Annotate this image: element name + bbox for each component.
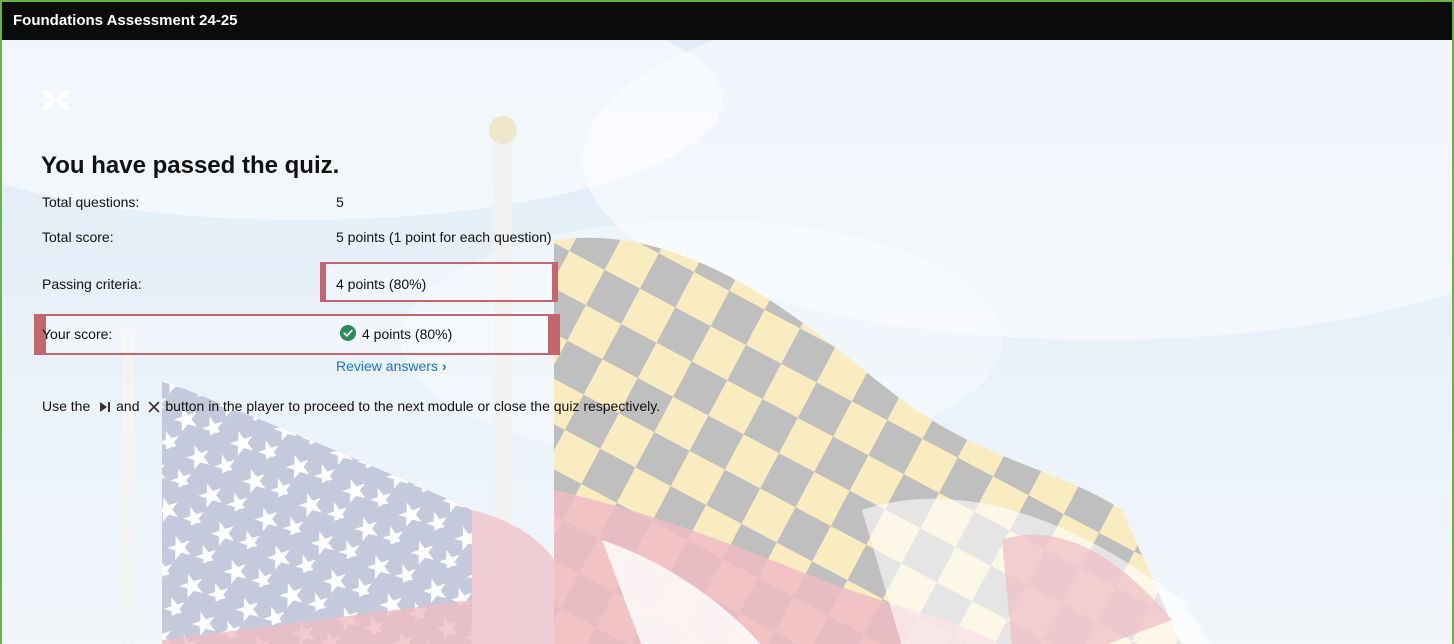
- butterfly-logo-icon: [42, 89, 70, 111]
- review-answers-link[interactable]: Review answers ›: [336, 358, 447, 374]
- total-questions-value: 5: [336, 194, 344, 210]
- instructions-part3: button in the player to proceed to the n…: [165, 398, 661, 414]
- your-score-label: Your score:: [42, 326, 113, 342]
- result-heading: You have passed the quiz.: [41, 152, 340, 179]
- your-score-value: 4 points (80%): [362, 326, 453, 342]
- review-answers-label: Review answers: [336, 358, 438, 374]
- total-questions-label: Total questions:: [42, 194, 140, 210]
- results-content: You have passed the quiz. Total question…: [2, 40, 1452, 644]
- chevron-right-icon: ›: [441, 358, 447, 374]
- instructions-part1: Use the: [42, 398, 91, 414]
- window-title: Foundations Assessment 24-25: [2, 2, 1452, 40]
- close-icon: [149, 401, 160, 413]
- total-score-label: Total score:: [42, 229, 114, 245]
- quiz-player-frame: Foundations Assessment 24-25 You have pa…: [0, 0, 1454, 644]
- results-slide: You have passed the quiz. Total question…: [2, 40, 1452, 644]
- check-circle-icon: [340, 325, 356, 341]
- skip-next-icon: [100, 402, 111, 412]
- instructions-part2: and: [116, 398, 140, 414]
- passing-criteria-label: Passing criteria:: [42, 276, 142, 292]
- instructions-text: Use the and button in the player to proc…: [42, 398, 660, 414]
- your-score-highlight: [34, 314, 560, 355]
- passing-criteria-value: 4 points (80%): [336, 276, 427, 292]
- total-score-value: 5 points (1 point for each question): [336, 229, 552, 245]
